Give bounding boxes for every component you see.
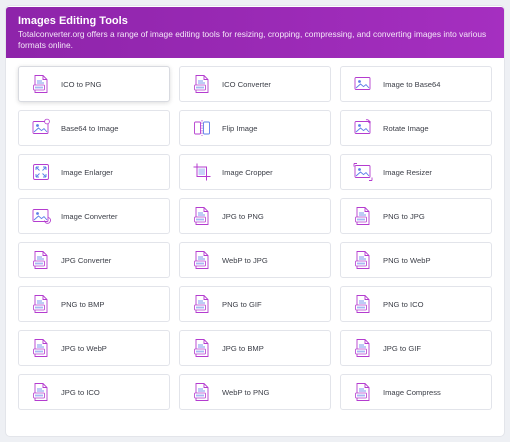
jpg-to-png-file-icon [192,206,212,226]
tool-card-label: Base64 to Image [61,123,119,133]
resize-image-icon [353,162,373,182]
tool-card-jpg-converter[interactable]: JPG Converter [18,242,170,278]
tool-card-base64-to-image[interactable]: Base64 to Image [18,110,170,146]
tool-card-label: JPG to GIF [383,343,421,353]
tool-card-label: JPG to ICO [61,387,100,397]
image-converter-icon [31,206,51,226]
section-header: Images Editing Tools Totalconverter.org … [6,7,504,58]
crop-image-icon [192,162,212,182]
tool-card-image-cropper[interactable]: Image Cropper [179,154,331,190]
tool-card-label: JPG to BMP [222,343,264,353]
tool-card-label: JPG Converter [61,255,112,265]
ico-to-png-file-icon [31,74,51,94]
tool-card-label: JPG to WebP [61,343,107,353]
tool-card-png-to-webp[interactable]: PNG to WebP [340,242,492,278]
tool-card-image-to-base64[interactable]: Image to Base64 [340,66,492,102]
ico-file-icon [192,74,212,94]
tool-card-label: Image Enlarger [61,167,113,177]
tool-card-webp-to-jpg[interactable]: WebP to JPG [179,242,331,278]
tool-card-jpg-to-bmp[interactable]: JPG to BMP [179,330,331,366]
tool-card-label: PNG to ICO [383,299,424,309]
tool-card-label: Image to Base64 [383,79,441,89]
tool-card-ico-converter[interactable]: ICO Converter [179,66,331,102]
tool-card-jpg-to-webp[interactable]: JPG to WebP [18,330,170,366]
tool-card-label: ICO Converter [222,79,271,89]
jpg-to-bmp-file-icon [192,338,212,358]
tool-card-flip-image[interactable]: Flip Image [179,110,331,146]
enlarge-arrows-icon [31,162,51,182]
jpg-to-gif-file-icon [353,338,373,358]
png-to-bmp-file-icon [31,294,51,314]
png-to-webp-file-icon [353,250,373,270]
webp-to-jpg-file-icon [192,250,212,270]
section-description: Totalconverter.org offers a range of ima… [18,29,487,50]
tool-card-png-to-gif[interactable]: PNG to GIF [179,286,331,322]
tool-card-label: Image Cropper [222,167,273,177]
tool-card-label: Image Resizer [383,167,432,177]
jpg-to-ico-file-icon [31,382,51,402]
rotate-image-icon [353,118,373,138]
jpg-to-webp-file-icon [31,338,51,358]
tool-card-label: PNG to GIF [222,299,262,309]
image-to-base64-icon [353,74,373,94]
tool-card-png-to-ico[interactable]: PNG to ICO [340,286,492,322]
flip-image-icon [192,118,212,138]
tool-card-jpg-to-png[interactable]: JPG to PNG [179,198,331,234]
tool-card-label: ICO to PNG [61,79,102,89]
tool-card-image-converter[interactable]: Image Converter [18,198,170,234]
tool-card-ico-to-png[interactable]: ICO to PNG [18,66,170,102]
tool-card-image-enlarger[interactable]: Image Enlarger [18,154,170,190]
tool-card-rotate-image[interactable]: Rotate Image [340,110,492,146]
tool-card-label: Flip Image [222,123,258,133]
jpg-converter-file-icon [31,250,51,270]
image-compress-file-icon [353,382,373,402]
png-to-jpg-file-icon [353,206,373,226]
tool-card-image-resizer[interactable]: Image Resizer [340,154,492,190]
tool-card-label: PNG to BMP [61,299,105,309]
base64-to-image-icon [31,118,51,138]
tool-card-label: WebP to JPG [222,255,268,265]
tool-card-label: Image Converter [61,211,118,221]
tool-card-label: JPG to PNG [222,211,264,221]
tool-card-image-compress[interactable]: Image Compress [340,374,492,410]
tool-card-label: Image Compress [383,387,441,397]
tool-card-png-to-jpg[interactable]: PNG to JPG [340,198,492,234]
tool-card-label: Rotate Image [383,123,429,133]
webp-to-png-file-icon [192,382,212,402]
tool-card-label: PNG to WebP [383,255,431,265]
tool-card-webp-to-png[interactable]: WebP to PNG [179,374,331,410]
png-to-gif-file-icon [192,294,212,314]
tool-card-jpg-to-gif[interactable]: JPG to GIF [340,330,492,366]
tool-card-label: PNG to JPG [383,211,425,221]
tool-card-png-to-bmp[interactable]: PNG to BMP [18,286,170,322]
tool-card-label: WebP to PNG [222,387,270,397]
tools-grid: ICO to PNG ICO Converter Image to Base64 Ba… [18,66,492,410]
section-title: Images Editing Tools [18,15,128,27]
tool-card-jpg-to-ico[interactable]: JPG to ICO [18,374,170,410]
png-to-ico-file-icon [353,294,373,314]
